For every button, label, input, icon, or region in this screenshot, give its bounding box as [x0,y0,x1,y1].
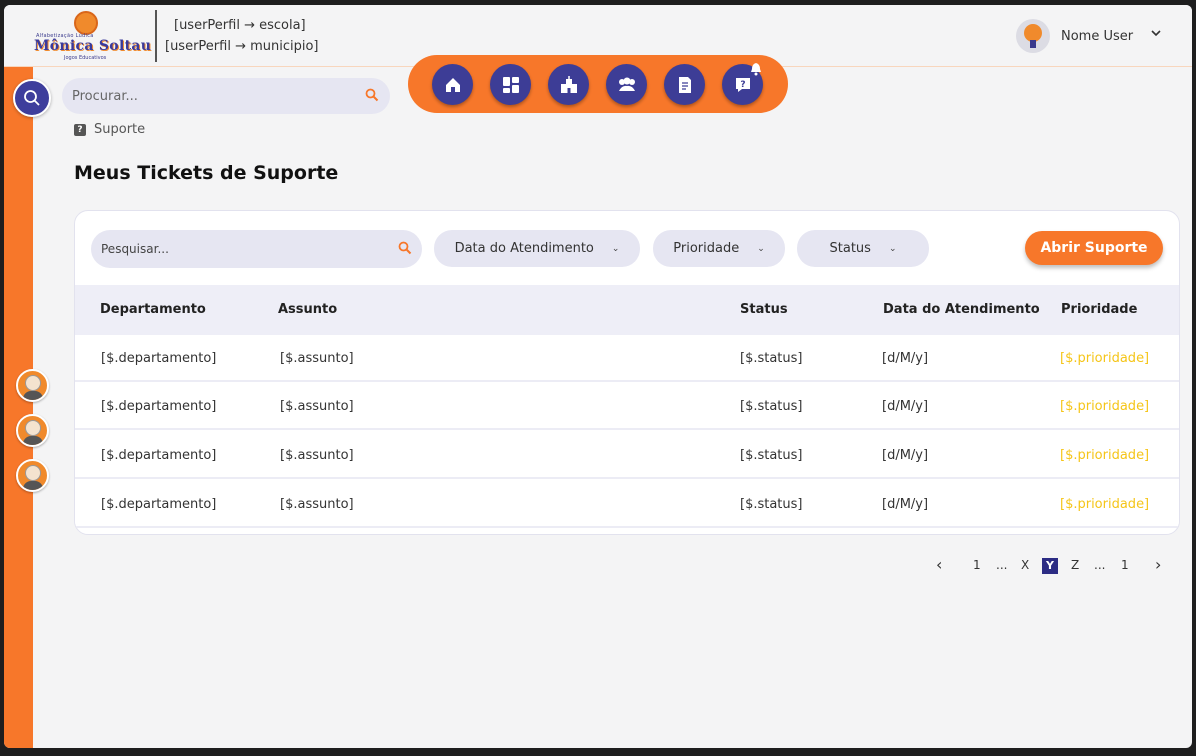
user-name[interactable]: Nome User [1061,29,1133,44]
cell-departamento: [$.departamento] [101,497,217,512]
users-icon[interactable] [606,64,647,105]
tickets-card: Data do Atendimento ⌄ Prioridade ⌄ Statu… [74,210,1180,535]
dashboard-icon[interactable] [490,64,531,105]
filter-data-atendimento-label: Data do Atendimento [454,241,594,256]
cell-prioridade: [$.prioridade] [1060,399,1150,414]
cell-assunto: [$.assunto] [280,448,354,463]
chevron-down-icon[interactable] [1150,25,1162,43]
svg-text:?: ? [740,80,745,90]
search-icon[interactable] [365,87,379,106]
column-header[interactable]: Assunto [278,302,337,317]
cell-prioridade: [$.prioridade] [1060,448,1150,463]
column-header[interactable]: Departamento [100,302,206,317]
cell-status: [$.status] [740,448,803,463]
filter-prioridade[interactable]: Prioridade ⌄ [653,230,785,267]
breadcrumb: ? Suporte [74,122,145,137]
question-icon: ? [74,123,86,136]
cell-departamento: [$.departamento] [101,448,217,463]
cell-prioridade: [$.prioridade] [1060,497,1150,512]
chevron-down-icon: ⌄ [888,243,897,254]
filter-data-atendimento[interactable]: Data do Atendimento ⌄ [434,230,640,267]
table-row[interactable]: [$.departamento] [$.assunto] [$.status] … [75,335,1179,382]
filter-prioridade-label: Prioridade [673,241,740,256]
cell-status: [$.status] [740,351,803,366]
bell-icon[interactable] [750,61,762,80]
user-avatar[interactable] [1016,19,1050,53]
column-header[interactable]: Data do Atendimento [883,302,1040,317]
app-window: Alfabetização Lúdica Mônica Soltau Jogos… [4,5,1192,748]
cell-data: [d/M/y] [882,497,929,512]
table-header: Departamento Assunto Status Data do Aten… [75,285,1179,335]
cell-assunto: [$.assunto] [280,497,354,512]
page-title: Meus Tickets de Suporte [74,162,339,184]
pagination-prev[interactable]: ‹ [936,555,942,574]
main-nav: ? [408,55,788,113]
avatar[interactable] [16,459,49,492]
home-icon[interactable] [432,64,473,105]
open-support-button[interactable]: Abrir Suporte [1025,231,1163,265]
chevron-down-icon: ⌄ [757,243,765,254]
cell-assunto: [$.assunto] [280,351,354,366]
breadcrumb-label[interactable]: Suporte [94,122,145,137]
pagination-page[interactable]: 1 [973,558,981,572]
table-row[interactable]: [$.departamento] [$.assunto] [$.status] … [75,481,1179,528]
table-row[interactable]: [$.departamento] [$.assunto] [$.status] … [75,432,1179,479]
cell-status: [$.status] [740,399,803,414]
ticket-search-input[interactable] [101,240,381,258]
user-profile-municipality: [userPerfil → municipio] [165,39,319,54]
cell-prioridade: [$.prioridade] [1060,351,1150,366]
avatar[interactable] [16,414,49,447]
cell-data: [d/M/y] [882,351,929,366]
app-logo[interactable]: Alfabetização Lúdica Mônica Soltau Jogos… [32,11,151,63]
pagination-next[interactable]: › [1155,555,1161,574]
cell-departamento: [$.departamento] [101,351,217,366]
cell-status: [$.status] [740,497,803,512]
global-search-bar [62,78,390,114]
filter-status[interactable]: Status ⌄ [797,230,929,267]
pagination-page[interactable]: 1 [1121,558,1129,572]
logo-bulb-icon [74,11,98,35]
logo-brand: Mônica Soltau [34,38,152,54]
logo-tagline-bottom: Jogos Educativos [64,55,107,61]
column-header[interactable]: Status [740,302,788,317]
document-icon[interactable] [664,64,705,105]
column-header[interactable]: Prioridade [1061,302,1137,317]
search-input[interactable] [72,87,352,105]
header-divider [155,10,157,62]
ticket-search-bar [91,230,422,268]
cell-data: [d/M/y] [882,399,929,414]
pagination-ellipsis: ... [996,558,1008,572]
search-icon[interactable] [13,79,51,117]
chevron-down-icon: ⌄ [611,243,620,254]
pagination-ellipsis: ... [1094,558,1106,572]
filter-status-label: Status [829,241,871,256]
pagination-page[interactable]: X [1021,558,1029,572]
cell-assunto: [$.assunto] [280,399,354,414]
sidebar-rail [4,67,33,748]
table-row[interactable]: [$.departamento] [$.assunto] [$.status] … [75,383,1179,430]
cell-departamento: [$.departamento] [101,399,217,414]
cell-data: [d/M/y] [882,448,929,463]
pagination-page-active[interactable]: Y [1042,558,1058,574]
school-icon[interactable] [548,64,589,105]
search-icon[interactable] [398,240,412,259]
pagination-page[interactable]: Z [1071,558,1079,572]
user-profile-school: [userPerfil → escola] [174,18,306,33]
avatar[interactable] [16,369,49,402]
